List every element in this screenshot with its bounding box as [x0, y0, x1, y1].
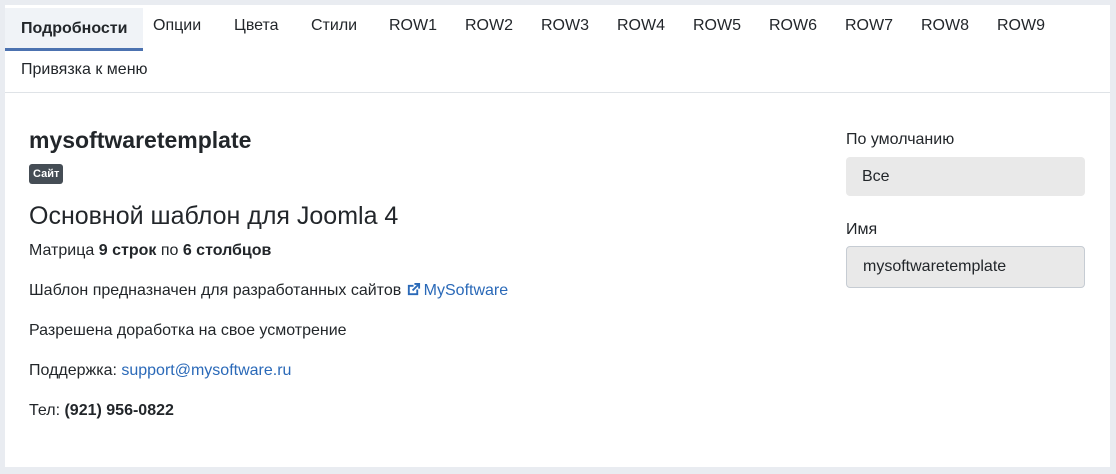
tab-row3[interactable]: ROW3	[541, 5, 589, 47]
matrix-middle: по	[156, 242, 183, 259]
description-text: Шаблон предназначен для разработанных са…	[29, 282, 406, 299]
tab-bar: Подробности Опции Цвета Стили ROW1 ROW2 …	[5, 5, 1110, 93]
name-field[interactable]: mysoftwaretemplate	[846, 246, 1085, 288]
mysoftware-link[interactable]: MySoftware	[406, 282, 508, 299]
phone-label: Тел:	[29, 402, 65, 419]
name-label: Имя	[846, 221, 878, 238]
template-details-panel: Подробности Опции Цвета Стили ROW1 ROW2 …	[5, 5, 1110, 467]
matrix-line: Матрица 9 строк по 6 столбцов	[29, 242, 271, 260]
tab-row6[interactable]: ROW6	[769, 5, 817, 47]
details-content: mysoftwaretemplate Сайт Основной шаблон …	[5, 93, 1110, 467]
tab-row5[interactable]: ROW5	[693, 5, 741, 47]
tab-row1[interactable]: ROW1	[389, 5, 437, 47]
support-label: Поддержка:	[29, 362, 122, 379]
support-line: Поддержка: support@mysoftware.ru	[29, 362, 291, 380]
phone-number: (921) 956-0822	[64, 402, 174, 419]
tab-row4[interactable]: ROW4	[617, 5, 665, 47]
tab-row8[interactable]: ROW8	[921, 5, 969, 47]
phone-line: Тел: (921) 956-0822	[29, 402, 174, 420]
default-field: Все	[846, 157, 1085, 196]
template-title: Основной шаблон для Joomla 4	[29, 202, 399, 230]
site-badge: Сайт	[29, 164, 64, 184]
mysoftware-link-label: MySoftware	[423, 282, 509, 299]
description-line: Шаблон предназначен для разработанных са…	[29, 282, 508, 302]
support-email-link[interactable]: support@mysoftware.ru	[121, 362, 291, 379]
external-link-icon	[406, 282, 421, 302]
tab-row9[interactable]: ROW9	[997, 5, 1045, 47]
tab-row2[interactable]: ROW2	[465, 5, 513, 47]
tab-details[interactable]: Подробности	[5, 8, 144, 51]
tab-menu-assignment[interactable]: Привязка к меню	[21, 49, 148, 91]
tab-colors[interactable]: Цвета	[234, 5, 279, 47]
template-name: mysoftwaretemplate	[29, 127, 252, 153]
matrix-prefix: Матрица	[29, 242, 99, 259]
tab-row7[interactable]: ROW7	[845, 5, 893, 47]
permission-line: Разрешена доработка на свое усмотрение	[29, 322, 347, 339]
default-label: По умолчанию	[846, 131, 955, 148]
tab-styles[interactable]: Стили	[311, 5, 357, 47]
matrix-cols: 6 столбцов	[182, 242, 272, 259]
matrix-rows: 9 строк	[98, 242, 157, 259]
tab-options[interactable]: Опции	[153, 5, 201, 47]
